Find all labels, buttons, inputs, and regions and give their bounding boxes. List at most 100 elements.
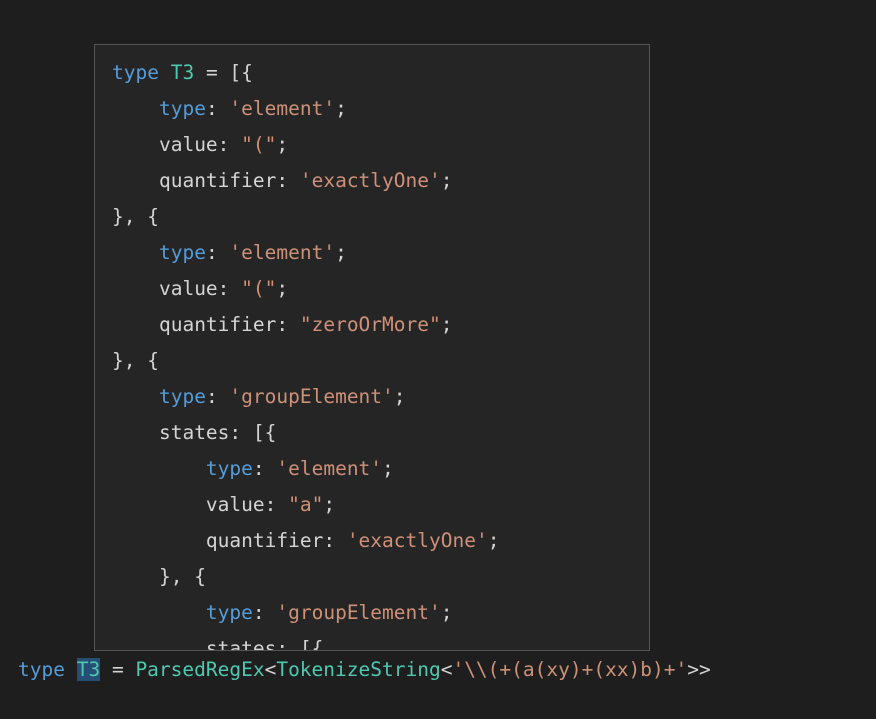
code-token: "a": [288, 493, 324, 516]
popup-code-line: quantifier: 'exactlyOne';: [95, 523, 500, 559]
code-token: ;: [440, 601, 453, 624]
code-token: ;: [487, 529, 500, 552]
code-token: }, {: [112, 205, 159, 228]
popup-code-line: states: [{: [95, 631, 499, 651]
code-token: states: [158, 421, 230, 444]
popup-code-line: type: 'element';: [95, 91, 499, 127]
code-token: quantifier: [158, 169, 277, 192]
code-token: >>: [687, 658, 711, 681]
code-token: states: [205, 637, 277, 651]
code-token: ;: [440, 313, 453, 336]
code-token: : [{: [229, 421, 277, 444]
code-token: type: [158, 97, 206, 120]
popup-code-line: }, {: [95, 199, 499, 235]
popup-code-line: type: 'element';: [95, 451, 499, 487]
code-token: "(": [241, 133, 277, 156]
code-token: }, {: [158, 565, 206, 588]
popup-code-line: type: 'element';: [95, 235, 499, 271]
code-token: ;: [335, 97, 347, 120]
code-token: :: [217, 277, 242, 300]
code-token: type: [205, 457, 253, 480]
code-token: value: [158, 133, 218, 156]
code-token: quantifier: [205, 529, 324, 552]
popup-code-line: }, {: [95, 559, 499, 595]
popup-code-line: states: [{: [95, 415, 499, 451]
code-token: 'groupElement': [229, 385, 394, 408]
code-token: :: [276, 169, 300, 192]
code-token: value: [205, 493, 265, 516]
code-token: = [{: [194, 61, 253, 84]
code-token: :: [205, 241, 230, 264]
popup-code-line: quantifier: "zeroOrMore";: [95, 307, 499, 343]
code-token: :: [217, 133, 242, 156]
code-token: ;: [323, 493, 336, 516]
code-token: :: [205, 385, 230, 408]
popup-code-line: type: 'groupElement';: [95, 595, 499, 631]
code-token: "zeroOrMore": [299, 313, 441, 336]
code-token: :: [276, 313, 300, 336]
code-token: T3: [76, 658, 101, 681]
code-token: type: [18, 658, 65, 681]
code-token: 'element': [229, 97, 336, 120]
code-token: ;: [440, 169, 453, 192]
code-token: =: [100, 658, 136, 681]
code-token: :: [264, 493, 289, 516]
code-token: : [{: [276, 637, 324, 651]
code-token: TokenizeString: [276, 658, 441, 681]
code-token: :: [323, 529, 347, 552]
code-token: type: [158, 241, 206, 264]
popup-code-line: quantifier: 'exactlyOne';: [95, 163, 499, 199]
code-token: ;: [276, 133, 289, 156]
popup-code-line: value: "(";: [95, 127, 499, 163]
code-token: ;: [393, 385, 406, 408]
type-alias-declaration-line[interactable]: type T3 = ParsedRegEx<TokenizeString<'\\…: [0, 652, 876, 688]
code-token: :: [252, 601, 277, 624]
popup-code-block: type T3 = [{ type: 'element'; value: "("…: [95, 45, 500, 651]
popup-code-line: }, {: [95, 343, 499, 379]
code-token: "(": [241, 277, 277, 300]
popup-code-line: type: 'groupElement';: [95, 379, 499, 415]
code-token: type: [112, 61, 159, 84]
code-token: ParsedRegEx: [135, 658, 265, 681]
code-editor-surface[interactable]: type T3 = [{ type: 'element'; value: "("…: [0, 0, 876, 719]
code-token: type: [205, 601, 253, 624]
code-token: value: [158, 277, 218, 300]
code-token: type: [158, 385, 206, 408]
popup-code-line: value: "a";: [95, 487, 499, 523]
type-quick-info-popup: type T3 = [{ type: 'element'; value: "("…: [94, 44, 650, 651]
code-token: '\\(+(a(xy)+(xx)b)+': [452, 658, 688, 681]
code-token: 'element': [276, 457, 383, 480]
code-token: }, {: [112, 349, 159, 372]
code-token: quantifier: [158, 313, 277, 336]
code-token: ;: [382, 457, 394, 480]
code-token: :: [252, 457, 277, 480]
code-token: 'exactlyOne': [299, 169, 441, 192]
code-token: ;: [335, 241, 347, 264]
code-token: <: [264, 658, 277, 681]
code-token: <: [440, 658, 453, 681]
popup-code-line: value: "(";: [95, 271, 499, 307]
code-token: T3: [170, 61, 195, 84]
code-token: ;: [276, 277, 289, 300]
code-token: 'element': [229, 241, 336, 264]
popup-code-line: type T3 = [{: [95, 55, 499, 91]
code-token: :: [205, 97, 230, 120]
code-token: 'exactlyOne': [346, 529, 488, 552]
code-token: 'groupElement': [276, 601, 441, 624]
